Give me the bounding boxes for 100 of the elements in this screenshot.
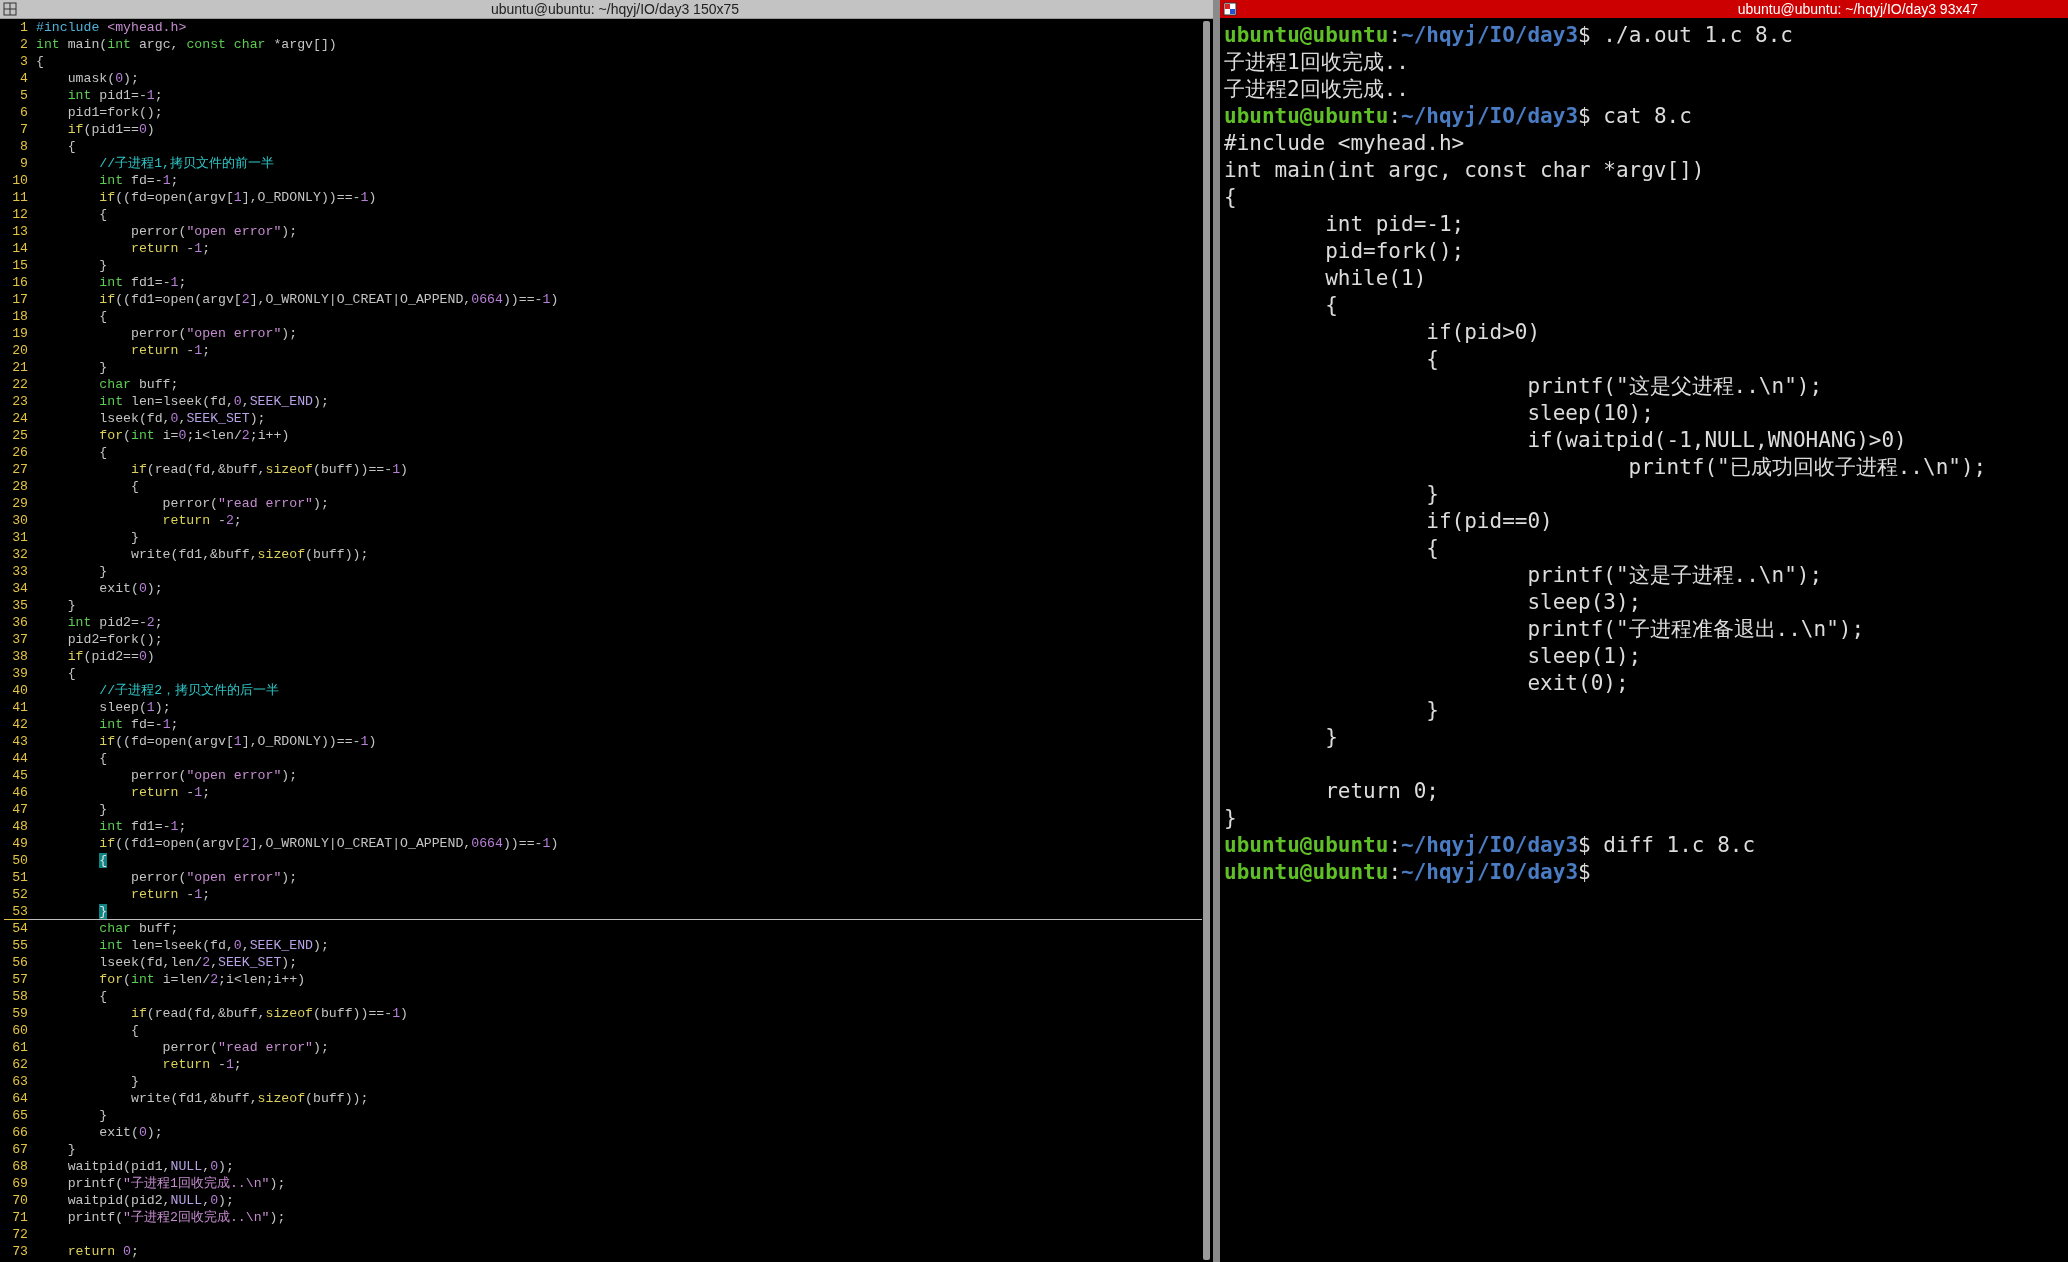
line-number: 62: [11, 1056, 28, 1073]
output-line: int main(int argc, const char *argv[]): [1224, 157, 1706, 184]
code-line: }: [66, 1141, 77, 1158]
output-line: 子进程2回收完成..: [1224, 76, 1410, 103]
code-line: perror("read error");: [161, 1039, 330, 1056]
code-line: }: [98, 801, 109, 818]
line-number: 9: [19, 155, 28, 172]
line-number: 34: [11, 580, 28, 597]
line-number: 6: [19, 104, 28, 121]
line-number: 60: [11, 1022, 28, 1039]
code-line: return -1;: [129, 886, 212, 903]
code-line: if(read(fd,&buff,sizeof(buff))==-1): [129, 461, 409, 478]
code-line: }: [98, 359, 109, 376]
line-number: 50: [11, 852, 28, 869]
output-line: #include <myhead.h>: [1224, 130, 1466, 157]
code-line: return -1;: [161, 1056, 243, 1073]
code-line: for(int i=len/2;i<len;i++): [98, 971, 307, 988]
output-line: if(waitpid(-1,NULL,WNOHANG)>0): [1526, 427, 1908, 454]
code-line: {: [98, 444, 109, 461]
line-number: 72: [11, 1226, 28, 1243]
code-line: pid2=fork();: [66, 631, 164, 648]
code-line: int fd=-1;: [98, 716, 180, 733]
line-number: 41: [11, 699, 28, 716]
line-number: 19: [11, 325, 28, 342]
line-number: 45: [11, 767, 28, 784]
line-number: 24: [11, 410, 28, 427]
scrollbar[interactable]: [1202, 19, 1213, 1262]
window-menu-icon[interactable]: [1223, 2, 1237, 16]
code-line: int len=lseek(fd,0,SEEK_END);: [98, 393, 330, 410]
line-number: 26: [11, 444, 28, 461]
line-number: 69: [11, 1175, 28, 1192]
code-line: exit(0);: [98, 580, 164, 597]
line-number: 21: [11, 359, 28, 376]
code-line: }: [98, 1107, 109, 1124]
line-number: 14: [11, 240, 28, 257]
code-line: if((fd=open(argv[1],O_RDONLY))==-1): [98, 189, 378, 206]
line-number: 22: [11, 376, 28, 393]
output-line: printf("已成功回收子进程..\n");: [1627, 454, 1988, 481]
code-line: }: [98, 563, 109, 580]
output-line: 子进程1回收完成..: [1224, 49, 1410, 76]
code-line: {: [98, 988, 109, 1005]
prompt-line: ubuntu@ubuntu:~/hqyj/IO/day3$ cat 8.c: [1224, 103, 1693, 130]
code-line: {: [98, 308, 109, 325]
line-number: 35: [11, 597, 28, 614]
output-line: {: [1224, 184, 1238, 211]
line-number: 37: [11, 631, 28, 648]
output-line: sleep(3);: [1526, 589, 1643, 616]
line-number: 12: [11, 206, 28, 223]
line-number: 42: [11, 716, 28, 733]
code-line: write(fd1,&buff,sizeof(buff));: [129, 1090, 370, 1107]
code-line: }: [129, 529, 140, 546]
line-number: 46: [11, 784, 28, 801]
line-number: 38: [11, 648, 28, 665]
code-line: //子进程1,拷贝文件的前一半: [98, 155, 275, 172]
code-line: {: [129, 478, 140, 495]
line-number: 15: [11, 257, 28, 274]
prompt-line: ubuntu@ubuntu:~/hqyj/IO/day3$: [1224, 859, 1592, 886]
line-number: 7: [19, 121, 28, 138]
line-number: 5: [19, 87, 28, 104]
line-number: 57: [11, 971, 28, 988]
line-number: 67: [11, 1141, 28, 1158]
line-number: 44: [11, 750, 28, 767]
code-line: return 0;: [66, 1243, 140, 1260]
line-number: 73: [11, 1243, 28, 1260]
code-line: #include <myhead.h>: [35, 19, 188, 36]
code-line: printf("子进程1回收完成..\n");: [66, 1175, 287, 1192]
code-line: {: [129, 1022, 140, 1039]
code-line: sleep(1);: [98, 699, 172, 716]
line-number: 20: [11, 342, 28, 359]
line-number: 11: [11, 189, 28, 206]
output-line: if(pid==0): [1425, 508, 1554, 535]
output-line: {: [1324, 292, 1339, 319]
code-line: lseek(fd,len/2,SEEK_SET);: [98, 954, 299, 971]
line-number: 4: [19, 70, 28, 87]
line-number: 51: [11, 869, 28, 886]
line-number: 39: [11, 665, 28, 682]
code-line: printf("子进程2回收完成..\n");: [66, 1209, 287, 1226]
code-line: perror("read error");: [161, 495, 330, 512]
line-number: 31: [11, 529, 28, 546]
line-number: 53: [4, 903, 28, 920]
code-line: }: [28, 903, 1202, 920]
window-menu-icon[interactable]: [3, 2, 17, 16]
line-number: 32: [11, 546, 28, 563]
prompt-line: ubuntu@ubuntu:~/hqyj/IO/day3$ ./a.out 1.c 8.c: [1224, 22, 1794, 49]
line-number: 2: [19, 36, 28, 53]
line-number: 13: [11, 223, 28, 240]
code-line: char buff;: [98, 920, 180, 937]
line-number: 10: [11, 172, 28, 189]
code-line: int len=lseek(fd,0,SEEK_END);: [98, 937, 330, 954]
code-line: perror("open error");: [129, 223, 299, 240]
code-line: int fd1=-1;: [98, 274, 188, 291]
output-line: sleep(1);: [1526, 643, 1643, 670]
line-number: 17: [11, 291, 28, 308]
line-number: 48: [11, 818, 28, 835]
line-number: 28: [11, 478, 28, 495]
line-number: 29: [11, 495, 28, 512]
output-line: int pid=-1;: [1324, 211, 1466, 238]
line-number: 64: [11, 1090, 28, 1107]
line-number: 71: [11, 1209, 28, 1226]
output-line: sleep(10);: [1526, 400, 1655, 427]
